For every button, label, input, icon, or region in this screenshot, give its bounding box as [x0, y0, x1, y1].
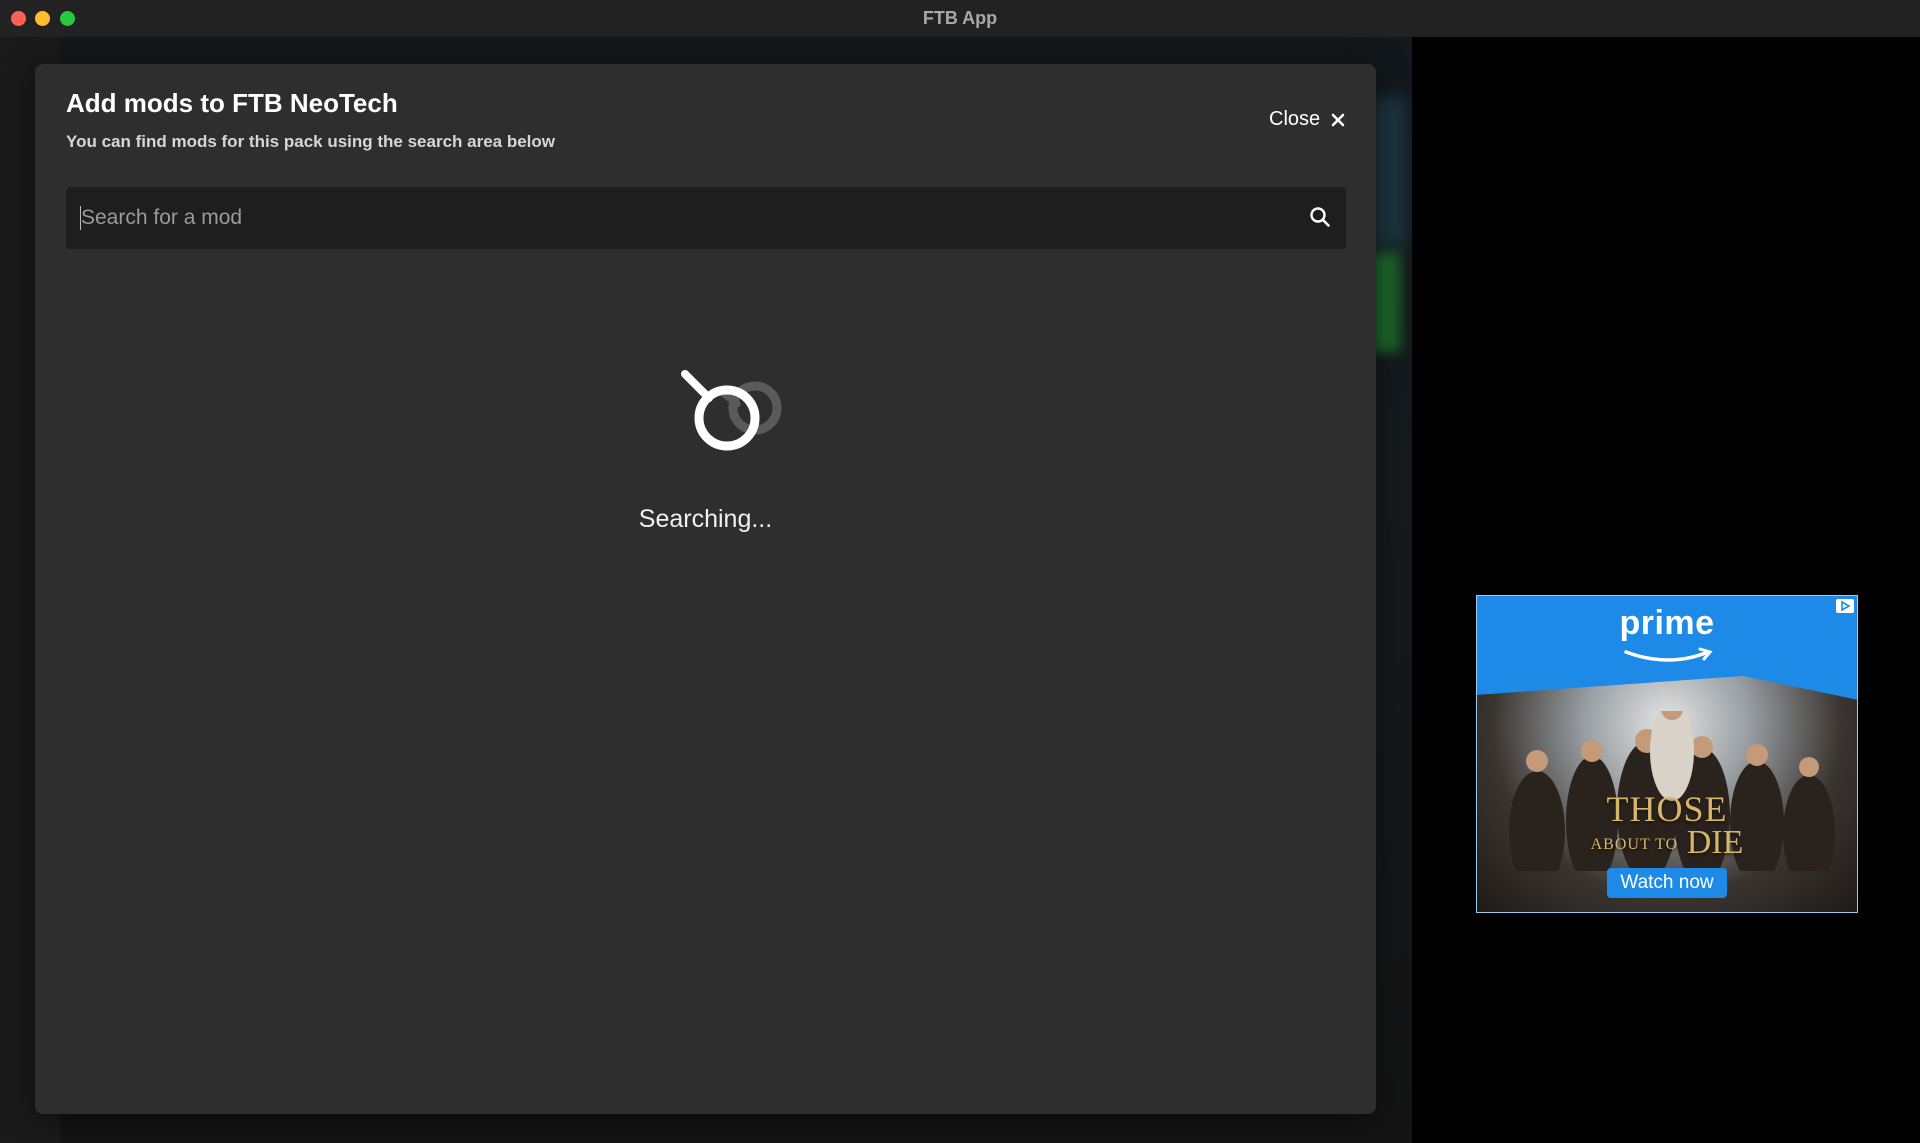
modal-subtitle: You can find mods for this pack using th…: [66, 132, 556, 151]
close-button[interactable]: Close: [1269, 108, 1346, 131]
loading-spinner-icon: [681, 370, 782, 451]
search-icon[interactable]: [1308, 205, 1332, 229]
ad-brand-logo: prime: [1619, 604, 1715, 642]
ad-sidebar: [1412, 37, 1920, 1143]
search-bar: [66, 187, 1346, 249]
add-mods-modal: Add mods to FTB NeoTech You can find mod…: [35, 64, 1376, 1114]
title-bar: FTB App: [0, 0, 1920, 38]
advertisement[interactable]: prime THOSE ABOUT TO DIE Watch now: [1476, 595, 1858, 913]
ad-smile-logo-icon: [1624, 647, 1713, 662]
search-input[interactable]: [80, 206, 1280, 230]
ad-subhead: ABOUT TO DIE: [1477, 824, 1857, 862]
window-title: FTB App: [922, 8, 998, 28]
ad-subhead-small: ABOUT TO: [1590, 836, 1679, 854]
modal-title: Add mods to FTB NeoTech: [66, 88, 398, 118]
app-window: FTB App Add mods to FTB NeoTech You can …: [0, 0, 1920, 1143]
close-icon: [1331, 113, 1345, 126]
close-label: Close: [1269, 108, 1321, 130]
ad-subhead-main: DIE: [1686, 824, 1744, 861]
searching-status: Searching...: [638, 505, 773, 533]
watch-now-button[interactable]: Watch now: [1607, 868, 1727, 898]
